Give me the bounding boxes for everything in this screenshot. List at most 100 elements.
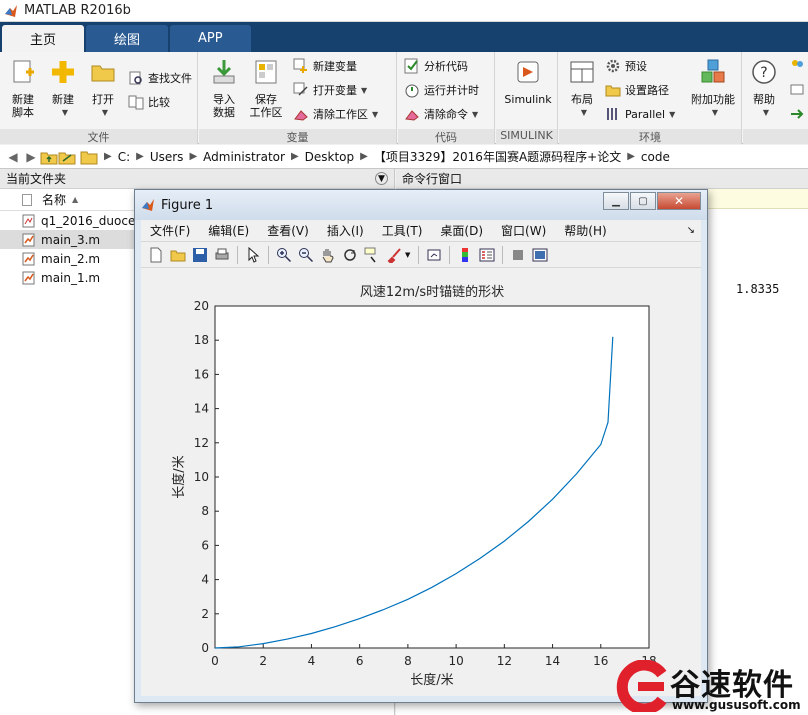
- set-path-icon: [605, 85, 621, 97]
- request-support-icon[interactable]: [789, 82, 805, 98]
- print-figure-button[interactable]: [211, 245, 233, 265]
- x-tick-label: 16: [593, 654, 608, 668]
- breadcrumb-item[interactable]: Users: [150, 150, 184, 164]
- save-workspace-button[interactable]: 保存 工作区: [243, 56, 289, 119]
- dock-arrow-icon[interactable]: ↘: [687, 225, 695, 236]
- menu-help[interactable]: 帮助(H): [555, 222, 615, 239]
- pan-button[interactable]: [317, 245, 339, 265]
- maximize-button[interactable]: ▢: [630, 192, 656, 210]
- y-tick-label: 20: [194, 299, 209, 313]
- window-title: MATLAB R2016b: [24, 3, 131, 18]
- file-name: main_2.m: [41, 251, 101, 266]
- menu-window[interactable]: 窗口(W): [492, 222, 555, 239]
- figure-title: Figure 1: [161, 197, 214, 213]
- save-figure-button[interactable]: [189, 245, 211, 265]
- tab-plots[interactable]: 绘图: [86, 25, 169, 52]
- community-icon[interactable]: [789, 58, 805, 74]
- parallel-button[interactable]: Parallel ▼: [605, 104, 675, 124]
- help-button[interactable]: ? 帮助 ▼: [743, 56, 785, 119]
- panel-menu-icon[interactable]: ▼: [375, 172, 388, 185]
- preferences-label: 预设: [625, 60, 647, 73]
- toolbar-separator: [449, 245, 451, 264]
- insert-colorbar-button[interactable]: [454, 245, 476, 265]
- pointer-arrow-icon: [248, 246, 260, 263]
- zoom-out-button[interactable]: [295, 245, 317, 265]
- simulink-group-title: SIMULINK: [496, 129, 557, 144]
- sort-up-icon: ▲: [72, 195, 79, 204]
- code-group-title: 代码: [398, 129, 494, 144]
- show-plot-tools-button[interactable]: [529, 245, 551, 265]
- file-name: main_1.m: [41, 270, 101, 285]
- forward-arrow-icon[interactable]: ▶: [22, 150, 40, 164]
- parallel-label: Parallel: [625, 107, 666, 121]
- y-tick-label: 8: [201, 504, 209, 518]
- find-files-label: 查找文件: [148, 72, 192, 85]
- axes-background[interactable]: [214, 305, 650, 649]
- menu-insert[interactable]: 插入(I): [318, 222, 373, 239]
- y-axis-label: 长度/米: [171, 455, 187, 498]
- menu-desktop[interactable]: 桌面(D): [431, 222, 492, 239]
- run-and-time-button[interactable]: 运行并计时: [404, 80, 479, 100]
- toolbar-separator: [418, 245, 420, 264]
- preferences-button[interactable]: 预设: [605, 56, 647, 76]
- back-arrow-icon[interactable]: ◀: [4, 150, 22, 164]
- compare-button[interactable]: 比较: [128, 92, 170, 112]
- browse-folder-icon[interactable]: [58, 149, 76, 165]
- tab-apps[interactable]: APP: [170, 25, 251, 52]
- figure-title-bar[interactable]: Figure 1 ▁ ▢ ✕: [135, 190, 707, 220]
- chevron-down-icon: ▼: [372, 109, 379, 119]
- menu-view[interactable]: 查看(V): [258, 222, 318, 239]
- code-group: 分析代码 运行并计时 清除命令 ▼ 代码: [398, 52, 495, 144]
- breadcrumb-item[interactable]: Administrator: [203, 150, 285, 164]
- menu-edit[interactable]: 编辑(E): [199, 222, 258, 239]
- addons-button[interactable]: 附加功能 ▼: [687, 56, 739, 119]
- simulink-button[interactable]: Simulink: [502, 56, 554, 106]
- chevron-down-icon[interactable]: ▼: [405, 251, 410, 259]
- rotate-3d-button[interactable]: [339, 245, 361, 265]
- close-button[interactable]: ✕: [657, 192, 701, 210]
- set-path-button[interactable]: 设置路径: [605, 80, 669, 100]
- edit-plot-button[interactable]: [242, 245, 264, 265]
- breadcrumb-item[interactable]: C:: [118, 150, 130, 164]
- clear-commands-button[interactable]: 清除命令 ▼: [404, 104, 478, 124]
- breadcrumb-item[interactable]: code: [641, 150, 670, 164]
- zoom-in-button[interactable]: [273, 245, 295, 265]
- layout-button[interactable]: 布局 ▼: [559, 56, 605, 119]
- m-file-icon: [22, 233, 35, 246]
- command-output-value: 1.8335: [736, 282, 780, 296]
- resources-group-title: [743, 129, 808, 144]
- find-files-button[interactable]: 查找文件: [128, 68, 192, 88]
- breadcrumb-item[interactable]: 【项目3329】2016年国赛A题源码程序+论文: [374, 148, 621, 165]
- up-folder-icon[interactable]: [40, 149, 58, 165]
- insert-legend-button[interactable]: [476, 245, 498, 265]
- figure-window: Figure 1 ▁ ▢ ✕ 文件(F) 编辑(E) 查看(V) 插入(I) 工…: [134, 189, 708, 703]
- breadcrumb-separator-icon: ▶: [360, 151, 368, 162]
- tab-home[interactable]: 主页: [2, 25, 85, 52]
- help-icon: ?: [752, 60, 776, 84]
- new-variable-button[interactable]: 新建变量: [293, 56, 357, 76]
- chart-area: 0 2 4 6 8 10 12 14 16 18 02468101214161820 风速12m/…: [171, 284, 657, 688]
- open-variable-button[interactable]: 打开变量 ▼: [293, 80, 367, 100]
- minimize-button[interactable]: ▁: [603, 192, 629, 210]
- legend-icon: [479, 248, 495, 261]
- breadcrumb-separator-icon: ▶: [290, 151, 299, 162]
- learn-matlab-icon[interactable]: [789, 106, 805, 122]
- chevron-down-icon: ▼: [580, 108, 588, 117]
- import-data-button[interactable]: 导入 数据: [201, 56, 247, 119]
- x-tick-label: 10: [448, 654, 463, 668]
- import-data-label: 导入 数据: [213, 93, 235, 119]
- menu-file[interactable]: 文件(F): [141, 222, 199, 239]
- new-figure-button[interactable]: [145, 245, 167, 265]
- breadcrumb-item[interactable]: Desktop: [305, 150, 355, 164]
- data-cursor-button[interactable]: [361, 245, 383, 265]
- print-icon: [215, 248, 229, 259]
- hide-plot-tools-button[interactable]: [507, 245, 529, 265]
- open-file-button[interactable]: [167, 245, 189, 265]
- link-plot-button[interactable]: [423, 245, 445, 265]
- plus-icon: [52, 61, 74, 83]
- clear-workspace-button[interactable]: 清除工作区 ▼: [293, 104, 378, 124]
- menu-tools[interactable]: 工具(T): [373, 222, 432, 239]
- open-button[interactable]: 打开 ▼: [80, 56, 126, 119]
- brush-button[interactable]: [383, 245, 405, 265]
- analyze-code-button[interactable]: 分析代码: [404, 56, 468, 76]
